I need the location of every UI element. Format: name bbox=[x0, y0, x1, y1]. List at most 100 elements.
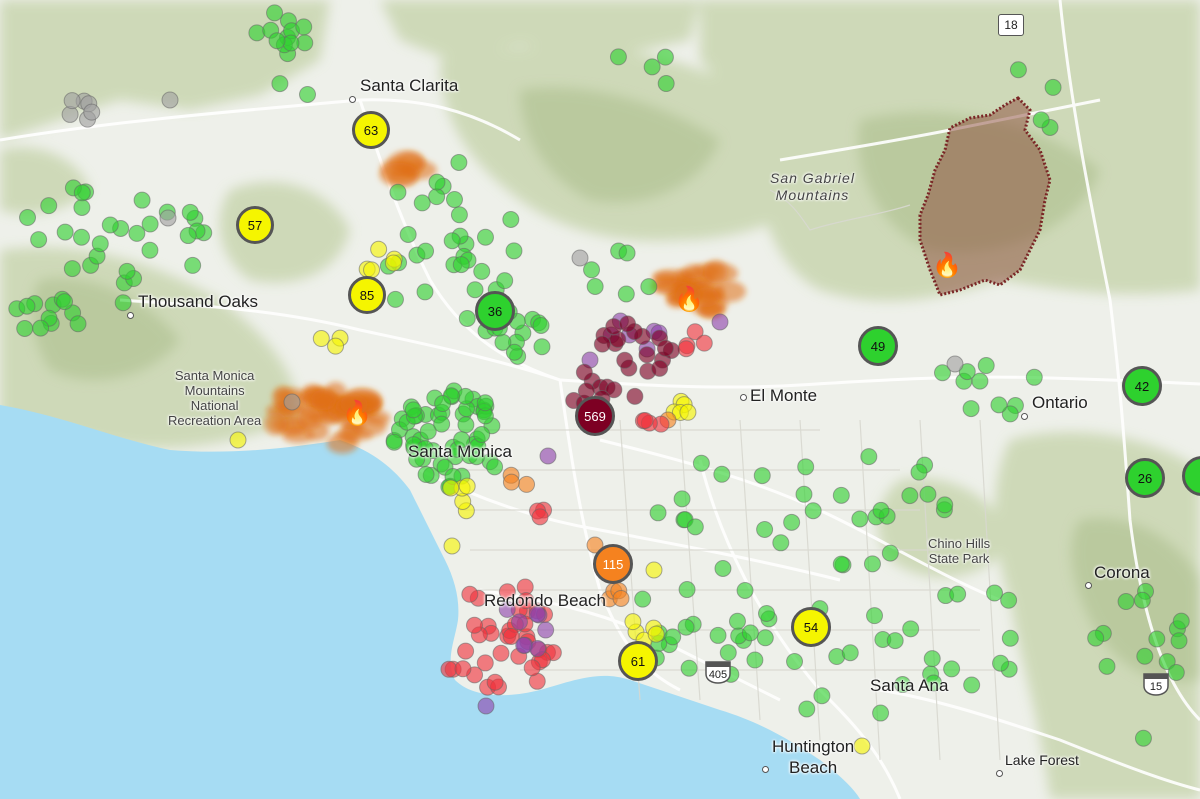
sensor-dot[interactable] bbox=[571, 249, 589, 267]
sensor-dot[interactable] bbox=[804, 502, 822, 520]
sensor-dot[interactable] bbox=[505, 242, 523, 260]
sensor-dot[interactable] bbox=[798, 700, 816, 718]
sensor-dot[interactable] bbox=[456, 387, 474, 405]
sensor-dot[interactable] bbox=[492, 644, 510, 662]
sensor-dot[interactable] bbox=[841, 644, 859, 662]
sensor-dot[interactable] bbox=[450, 206, 468, 224]
sensor-dot[interactable] bbox=[399, 225, 417, 243]
sensor-dot[interactable] bbox=[56, 223, 74, 241]
sensor-dot[interactable] bbox=[133, 191, 151, 209]
sensor-dot[interactable] bbox=[1087, 629, 1105, 647]
sensor-dot[interactable] bbox=[229, 431, 247, 449]
sensor-dot[interactable] bbox=[248, 24, 266, 42]
sensor-dot[interactable] bbox=[713, 465, 731, 483]
sensor-dot[interactable] bbox=[719, 644, 737, 662]
sensor-dot[interactable] bbox=[609, 48, 627, 66]
sensor-dot[interactable] bbox=[161, 91, 179, 109]
sensor-dot[interactable] bbox=[618, 244, 636, 262]
sensor-dot[interactable] bbox=[533, 338, 551, 356]
sensor-dot[interactable] bbox=[783, 513, 801, 531]
sensor-dot[interactable] bbox=[91, 235, 109, 253]
sensor-dot[interactable] bbox=[1133, 591, 1151, 609]
aqi-cluster-marker[interactable]: 85 bbox=[348, 276, 386, 314]
sensor-dot[interactable] bbox=[73, 228, 91, 246]
sensor-dot[interactable] bbox=[312, 330, 330, 348]
sensor-dot[interactable] bbox=[651, 359, 669, 377]
sensor-dot[interactable] bbox=[902, 620, 920, 638]
sensor-dot[interactable] bbox=[963, 676, 981, 694]
sensor-dot[interactable] bbox=[529, 640, 547, 658]
sensor-dot[interactable] bbox=[179, 227, 197, 245]
sensor-dot[interactable] bbox=[101, 216, 119, 234]
sensor-dot[interactable] bbox=[634, 590, 652, 608]
sensor-dot[interactable] bbox=[756, 520, 774, 538]
sensor-dot[interactable] bbox=[863, 555, 881, 573]
sensor-dot[interactable] bbox=[617, 285, 635, 303]
sensor-dot[interactable] bbox=[473, 262, 491, 280]
sensor-dot[interactable] bbox=[389, 183, 407, 201]
sensor-dot[interactable] bbox=[531, 508, 549, 526]
sensor-dot[interactable] bbox=[853, 737, 871, 755]
sensor-dot[interactable] bbox=[1001, 629, 1019, 647]
sensor-dot[interactable] bbox=[728, 612, 746, 630]
sensor-dot[interactable] bbox=[593, 335, 611, 353]
sensor-dot[interactable] bbox=[73, 198, 91, 216]
sensor-dot[interactable] bbox=[486, 673, 504, 691]
sensor-dot[interactable] bbox=[505, 343, 523, 361]
sensor-dot[interactable] bbox=[69, 315, 87, 333]
sensor-dot[interactable] bbox=[647, 625, 665, 643]
sensor-dot[interactable] bbox=[711, 313, 729, 331]
sensor-dot[interactable] bbox=[473, 425, 491, 443]
sensor-dot[interactable] bbox=[532, 316, 550, 334]
sensor-dot[interactable] bbox=[616, 351, 634, 369]
sensor-dot[interactable] bbox=[949, 585, 967, 603]
sensor-dot[interactable] bbox=[271, 75, 289, 93]
aqi-cluster-marker[interactable]: 54 bbox=[791, 607, 831, 647]
sensor-dot[interactable] bbox=[619, 315, 637, 333]
aqi-cluster-marker[interactable]: 49 bbox=[858, 326, 898, 366]
sensor-dot[interactable] bbox=[1000, 591, 1018, 609]
sensor-dot[interactable] bbox=[73, 184, 91, 202]
sensor-dot[interactable] bbox=[936, 496, 954, 514]
sensor-dot[interactable] bbox=[428, 188, 446, 206]
sensor-dot[interactable] bbox=[680, 659, 698, 677]
sensor-dot[interactable] bbox=[736, 581, 754, 599]
sensor-dot[interactable] bbox=[990, 396, 1008, 414]
sensor-dot[interactable] bbox=[282, 34, 300, 52]
sensor-dot[interactable] bbox=[457, 416, 475, 434]
sensor-dot[interactable] bbox=[1032, 111, 1050, 129]
sensor-dot[interactable] bbox=[673, 490, 691, 508]
sensor-dot[interactable] bbox=[181, 203, 199, 221]
sensor-dot[interactable] bbox=[442, 479, 460, 497]
aqi-cluster-marker[interactable]: 115 bbox=[593, 544, 633, 584]
sensor-dot[interactable] bbox=[678, 581, 696, 599]
sensor-dot[interactable] bbox=[709, 626, 727, 644]
sensor-dot[interactable] bbox=[515, 636, 533, 654]
sensor-dot[interactable] bbox=[1098, 657, 1116, 675]
sensor-dot[interactable] bbox=[1009, 61, 1027, 79]
sensor-dot[interactable] bbox=[624, 613, 642, 631]
sensor-dot[interactable] bbox=[872, 501, 890, 519]
sensor-dot[interactable] bbox=[1044, 78, 1062, 96]
sensor-dot[interactable] bbox=[656, 339, 674, 357]
sensor-dot[interactable] bbox=[626, 387, 644, 405]
sensor-dot[interactable] bbox=[795, 485, 813, 503]
fire-icon[interactable]: 🔥 bbox=[674, 288, 704, 312]
sensor-dot[interactable] bbox=[851, 510, 869, 528]
sensor-dot[interactable] bbox=[772, 534, 790, 552]
sensor-dot[interactable] bbox=[458, 477, 476, 495]
sensor-dot[interactable] bbox=[605, 318, 623, 336]
sensor-dot[interactable] bbox=[686, 518, 704, 536]
sensor-dot[interactable] bbox=[832, 555, 850, 573]
sensor-dot[interactable] bbox=[465, 616, 483, 634]
sensor-dot[interactable] bbox=[886, 632, 904, 650]
sensor-dot[interactable] bbox=[327, 337, 345, 355]
sensor-dot[interactable] bbox=[1117, 593, 1135, 611]
sensor-dot[interactable] bbox=[992, 654, 1010, 672]
sensor-dot[interactable] bbox=[141, 241, 159, 259]
sensor-dot[interactable] bbox=[677, 618, 695, 636]
sensor-dot[interactable] bbox=[159, 209, 177, 227]
sensor-dot[interactable] bbox=[649, 504, 667, 522]
aqi-cluster-marker[interactable]: 26 bbox=[1125, 458, 1165, 498]
air-quality-map[interactable]: Santa Clarita Thousand Oaks El Monte Ont… bbox=[0, 0, 1200, 799]
